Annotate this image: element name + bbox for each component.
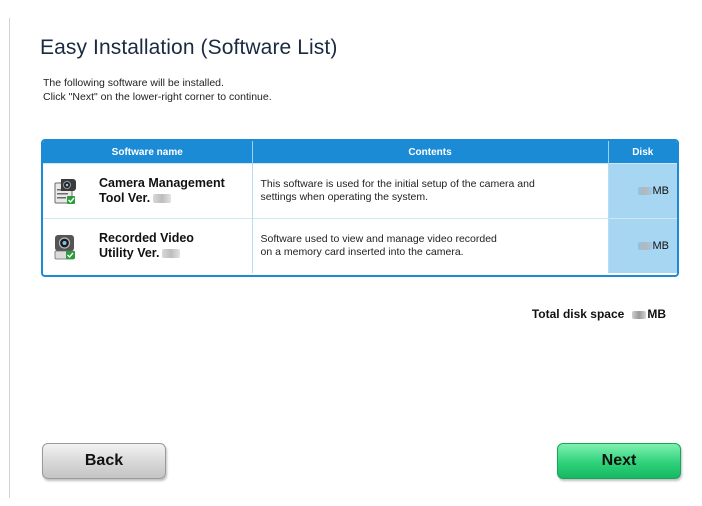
redacted-size	[637, 187, 652, 196]
intro-text: The following software will be installed…	[43, 76, 272, 104]
total-disk-space: Total disk space MB	[532, 307, 666, 321]
contents-line-1: Software used to view and manage video r…	[260, 233, 497, 245]
software-version-label: Utility Ver.	[99, 246, 160, 260]
camera-management-icon	[53, 177, 77, 205]
redacted-version	[162, 249, 181, 259]
intro-line-1: The following software will be installed…	[43, 77, 224, 89]
redacted-version	[153, 194, 172, 204]
disk-cell: MB	[608, 218, 677, 273]
software-version-label: Tool Ver.	[99, 191, 151, 205]
total-disk-space-unit: MB	[647, 307, 666, 321]
table-row: Recorded Video Utility Ver. Software use…	[43, 218, 677, 273]
header-disk: Disk	[608, 141, 677, 164]
total-disk-space-label: Total disk space	[531, 307, 625, 321]
next-button-label: Next	[601, 452, 637, 469]
software-name-cell: Camera Management Tool Ver.	[43, 163, 253, 219]
redacted-size	[637, 242, 652, 251]
header-software-name: Software name	[43, 141, 253, 164]
disk-unit: MB	[652, 185, 670, 197]
disk-cell: MB	[608, 163, 677, 219]
back-button-label: Back	[84, 452, 124, 469]
back-button[interactable]: Back	[42, 443, 166, 479]
left-divider	[9, 18, 10, 498]
software-name-line-1: Recorded Video	[99, 231, 194, 245]
contents-line-2: on a memory card inserted into the camer…	[260, 246, 464, 258]
disk-unit: MB	[652, 240, 670, 252]
intro-line-2: Click "Next" on the lower-right corner t…	[43, 91, 272, 103]
contents-cell: Software used to view and manage video r…	[252, 218, 609, 273]
table-header-row: Software name Contents Disk	[43, 141, 677, 164]
contents-cell: This software is used for the initial se…	[252, 163, 609, 219]
page-title: Easy Installation (Software List)	[40, 36, 338, 59]
software-name-cell: Recorded Video Utility Ver.	[43, 218, 253, 273]
header-contents: Contents	[252, 141, 609, 164]
redacted-total-size	[632, 310, 647, 319]
recorded-video-icon	[53, 232, 77, 260]
table-row: Camera Management Tool Ver. This softwar…	[43, 163, 677, 219]
next-button[interactable]: Next	[557, 443, 681, 479]
contents-line-2: settings when operating the system.	[260, 191, 429, 203]
software-list-table: Software name Contents Disk Camera Manag…	[41, 139, 679, 277]
software-name-line-1: Camera Management	[99, 176, 225, 190]
contents-line-1: This software is used for the initial se…	[260, 178, 535, 190]
